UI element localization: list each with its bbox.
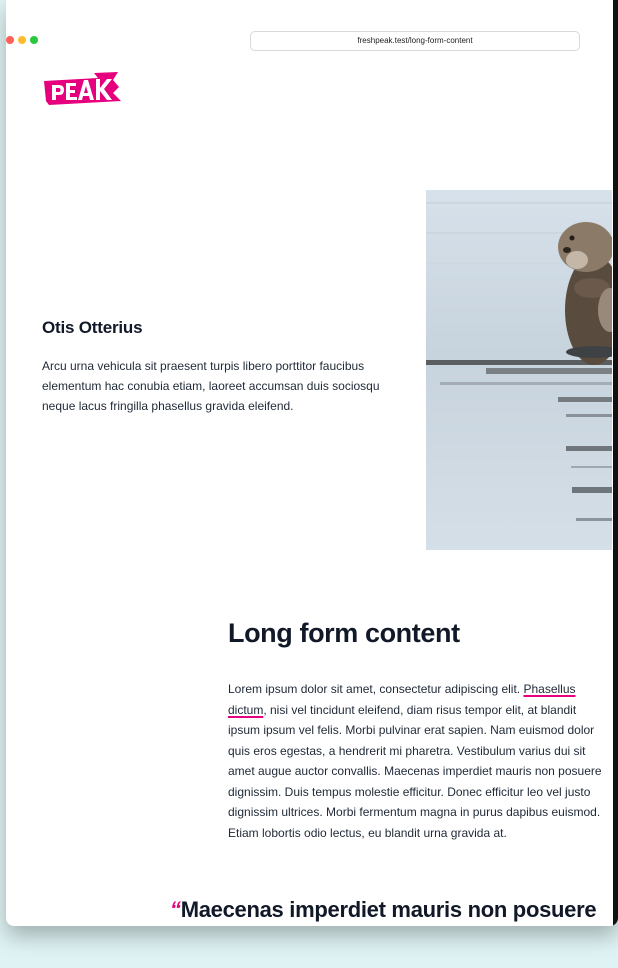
- pull-quote-text: Maecenas imperdiet mauris non posuere: [180, 897, 597, 922]
- article-body-rest: , nisi vel tincidunt eleifend, diam risu…: [228, 702, 602, 840]
- browser-window: freshpeak.test/long-form-content Otis Ot…: [6, 0, 618, 926]
- address-bar[interactable]: freshpeak.test/long-form-content: [250, 31, 580, 51]
- profile-bio: Arcu urna vehicula sit praesent turpis l…: [42, 359, 380, 413]
- quote-mark-icon: “: [170, 897, 181, 922]
- browser-titlebar: freshpeak.test/long-form-content: [6, 0, 612, 51]
- zoom-window-button[interactable]: [30, 36, 38, 44]
- article-body-intro: Lorem ipsum dolor sit amet, consectetur …: [228, 682, 524, 696]
- sea-otter-photo: [426, 190, 612, 550]
- pull-quote: “Maecenas imperdiet mauris non posuere: [170, 897, 597, 923]
- profile-name: Otis Otterius: [42, 318, 143, 337]
- article-title: Long form content: [228, 618, 460, 648]
- minimize-window-button[interactable]: [18, 36, 26, 44]
- peak-logo[interactable]: [41, 66, 125, 106]
- article-body: Lorem ipsum dolor sit amet, consectetur …: [228, 679, 604, 843]
- close-window-button[interactable]: [6, 36, 14, 44]
- window-edge: [613, 0, 618, 926]
